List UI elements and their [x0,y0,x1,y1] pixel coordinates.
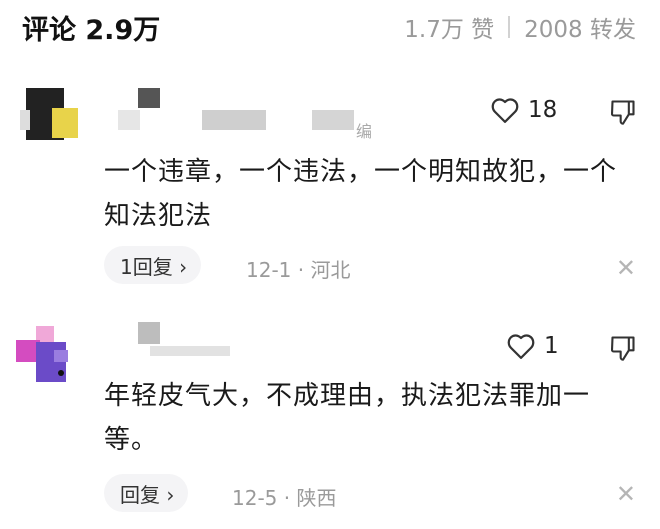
meta-separator: · [297,258,305,282]
thumbs-down-icon [610,336,635,361]
heart-outline-icon [507,334,535,359]
post-stats: 1.7万 赞 2008 转发 [404,10,636,44]
like-button[interactable]: 18 [490,96,557,124]
meta-separator: · [283,486,291,510]
likes-count[interactable]: 1.7万 赞 [404,10,494,44]
like-button[interactable]: 1 [506,332,559,360]
comment-text: 一个违章，一个违法，一个明知故犯，一个知法犯法 [104,157,618,231]
heart-outline-icon [491,98,519,123]
comments-count-title: 评论 2.9万 [22,15,161,46]
like-count: 18 [528,97,558,123]
username-pixelated [312,110,354,130]
username-pixelated [150,346,230,356]
username-pixelated [118,110,140,130]
stats-divider [508,16,511,38]
dislike-button[interactable] [608,98,638,130]
thumbs-down-icon [610,100,635,125]
comments-header: 评论 2.9万 1.7万 赞 2008 转发 [0,0,660,52]
comment-text: 年轻皮气大，不成理由，执法犯法罪加一等。 [104,381,591,455]
like-count: 1 [544,333,559,359]
comment-time: 12-1 [246,258,292,282]
avatar[interactable] [12,320,78,386]
close-icon[interactable]: ✕ [616,254,636,282]
close-icon[interactable]: ✕ [616,480,636,508]
reply-button[interactable]: 回复 › [104,474,189,512]
username-pixelated[interactable] [138,322,160,344]
reply-button[interactable]: 1回复 › [104,246,202,284]
comment-location: 陕西 [296,486,337,510]
username-fragment: 编 [356,122,373,141]
avatar[interactable] [12,80,78,146]
forward-count[interactable]: 2008 转发 [524,10,636,44]
comment-location: 河北 [310,258,351,282]
comment-meta: 12-1 · 河北 [246,254,350,283]
username-pixelated[interactable] [138,88,160,108]
username-pixelated [202,110,266,130]
comment-meta: 12-5 · 陕西 [232,482,336,511]
comment-time: 12-5 [232,486,278,510]
dislike-button[interactable] [608,334,638,366]
